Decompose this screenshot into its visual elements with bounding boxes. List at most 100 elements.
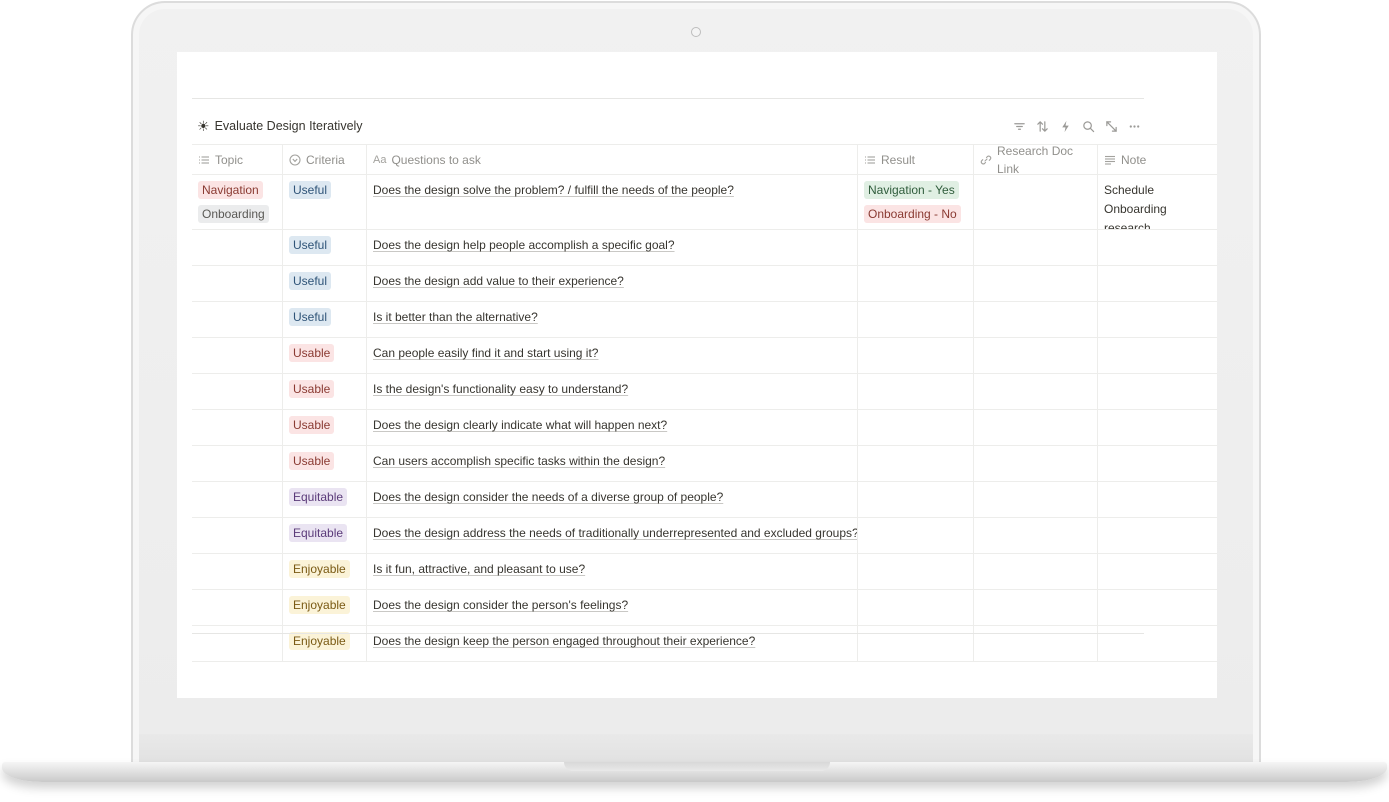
topic-cell[interactable] [192,446,283,481]
result-cell[interactable] [858,338,974,373]
question-link[interactable]: Is the design's functionality easy to un… [373,382,628,396]
question-cell[interactable]: Does the design add value to their exper… [367,266,858,301]
criteria-cell[interactable]: Usable [283,338,367,373]
research-link-cell[interactable] [974,230,1098,265]
question-cell[interactable]: Can people easily find it and start usin… [367,338,858,373]
note-cell[interactable] [1098,446,1217,481]
table-row[interactable]: Usable Does the design clearly indicate … [192,410,1217,446]
question-cell[interactable]: Can users accomplish specific tasks with… [367,446,858,481]
research-link-cell[interactable] [974,338,1098,373]
criteria-cell[interactable]: Useful [283,175,367,229]
result-cell[interactable] [858,446,974,481]
note-cell[interactable]: Schedule Onboarding research [1098,175,1217,229]
result-cell[interactable] [858,482,974,517]
question-link[interactable]: Does the design help people accomplish a… [373,238,675,252]
table-row[interactable]: Equitable Does the design address the ne… [192,518,1217,554]
criteria-cell[interactable]: Usable [283,446,367,481]
question-link[interactable]: Does the design add value to their exper… [373,274,624,288]
question-cell[interactable]: Is it better than the alternative? [367,302,858,337]
database-title[interactable]: ☀ Evaluate Design Iteratively [197,117,363,135]
note-cell[interactable] [1098,302,1217,337]
research-link-cell[interactable] [974,482,1098,517]
column-header-criteria[interactable]: Criteria [283,145,367,174]
topic-cell[interactable] [192,410,283,445]
topic-cell[interactable] [192,626,283,661]
topic-cell[interactable] [192,230,283,265]
note-cell[interactable] [1098,338,1217,373]
result-cell[interactable] [858,518,974,553]
question-cell[interactable]: Does the design solve the problem? / ful… [367,175,858,229]
research-link-cell[interactable] [974,374,1098,409]
note-cell[interactable] [1098,590,1217,625]
criteria-cell[interactable]: Usable [283,410,367,445]
table-row[interactable]: Navigation Onboarding Useful Does the de… [192,175,1217,230]
filter-icon[interactable] [1012,119,1027,134]
question-cell[interactable]: Does the design consider the person's fe… [367,590,858,625]
criteria-cell[interactable]: Equitable [283,518,367,553]
result-cell[interactable] [858,230,974,265]
topic-cell[interactable] [192,266,283,301]
table-row[interactable]: Enjoyable Does the design keep the perso… [192,626,1217,662]
result-cell[interactable]: Navigation - Yes Onboarding - No [858,175,974,229]
column-header-questions[interactable]: Aa Questions to ask [367,145,858,174]
column-header-topic[interactable]: Topic [192,145,283,174]
note-cell[interactable] [1098,230,1217,265]
note-cell[interactable] [1098,626,1217,661]
topic-cell[interactable] [192,590,283,625]
topic-cell[interactable] [192,482,283,517]
question-link[interactable]: Does the design consider the needs of a … [373,490,723,504]
research-link-cell[interactable] [974,266,1098,301]
table-row[interactable]: Equitable Does the design consider the n… [192,482,1217,518]
table-row[interactable]: Enjoyable Does the design consider the p… [192,590,1217,626]
result-cell[interactable] [858,554,974,589]
table-row[interactable]: Usable Can people easily find it and sta… [192,338,1217,374]
note-cell[interactable] [1098,374,1217,409]
result-cell[interactable] [858,374,974,409]
table-row[interactable]: Usable Can users accomplish specific tas… [192,446,1217,482]
topic-cell[interactable] [192,518,283,553]
question-cell[interactable]: Is the design's functionality easy to un… [367,374,858,409]
note-cell[interactable] [1098,518,1217,553]
table-row[interactable]: Useful Does the design add value to thei… [192,266,1217,302]
criteria-cell[interactable]: Useful [283,302,367,337]
question-link[interactable]: Does the design keep the person engaged … [373,634,755,648]
sort-icon[interactable] [1035,119,1050,134]
question-link[interactable]: Is it better than the alternative? [373,310,538,324]
topic-cell[interactable] [192,554,283,589]
research-link-cell[interactable] [974,590,1098,625]
column-header-research-link[interactable]: Research Doc Link [974,145,1098,174]
criteria-cell[interactable]: Enjoyable [283,626,367,661]
research-link-cell[interactable] [974,446,1098,481]
criteria-cell[interactable]: Equitable [283,482,367,517]
question-cell[interactable]: Is it fun, attractive, and pleasant to u… [367,554,858,589]
question-cell[interactable]: Does the design help people accomplish a… [367,230,858,265]
result-cell[interactable] [858,266,974,301]
table-row[interactable]: Useful Does the design help people accom… [192,230,1217,266]
note-cell[interactable] [1098,554,1217,589]
topic-cell[interactable] [192,374,283,409]
expand-icon[interactable] [1104,119,1119,134]
research-link-cell[interactable] [974,554,1098,589]
research-link-cell[interactable] [974,175,1098,229]
search-icon[interactable] [1081,119,1096,134]
question-link[interactable]: Can people easily find it and start usin… [373,346,598,360]
topic-cell[interactable] [192,338,283,373]
table-row[interactable]: Useful Is it better than the alternative… [192,302,1217,338]
column-header-note[interactable]: Note [1098,145,1217,174]
question-cell[interactable]: Does the design consider the needs of a … [367,482,858,517]
topic-cell[interactable]: Navigation Onboarding [192,175,283,229]
research-link-cell[interactable] [974,626,1098,661]
lightning-icon[interactable] [1058,119,1073,134]
note-cell[interactable] [1098,482,1217,517]
result-cell[interactable] [858,410,974,445]
result-cell[interactable] [858,590,974,625]
research-link-cell[interactable] [974,302,1098,337]
question-cell[interactable]: Does the design clearly indicate what wi… [367,410,858,445]
question-link[interactable]: Is it fun, attractive, and pleasant to u… [373,562,585,576]
table-row[interactable]: Usable Is the design's functionality eas… [192,374,1217,410]
question-link[interactable]: Does the design clearly indicate what wi… [373,418,667,432]
question-link[interactable]: Can users accomplish specific tasks with… [373,454,665,468]
topic-cell[interactable] [192,302,283,337]
criteria-cell[interactable]: Useful [283,266,367,301]
research-link-cell[interactable] [974,518,1098,553]
